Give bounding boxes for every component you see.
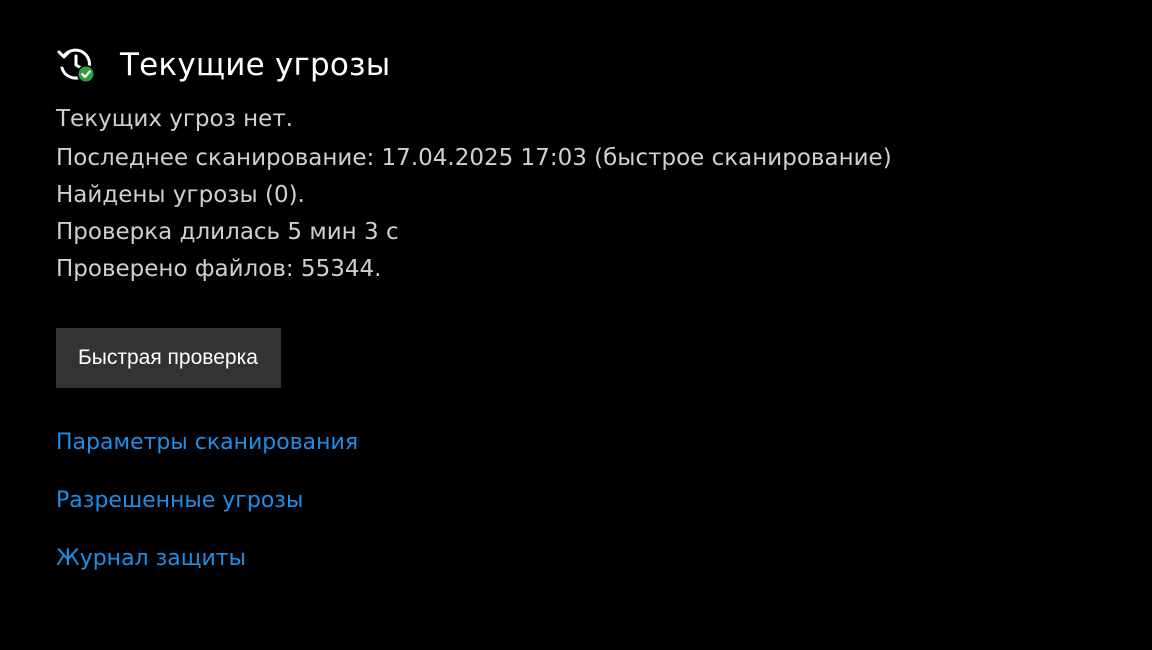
scan-duration-text: Проверка длилась 5 мин 3 с [56,219,399,245]
history-shield-check-icon [56,44,98,86]
current-threats-section: Текущие угрозы Текущих угроз нет. Послед… [56,40,1116,602]
allowed-threats-link[interactable]: Разрешенные угрозы [56,486,1116,516]
quick-scan-button[interactable]: Быстрая проверка [56,328,281,388]
page-title: Текущие угрозы [120,47,391,83]
last-scan-text: Последнее сканирование: 17.04.2025 17:03… [56,145,892,171]
scan-options-link[interactable]: Параметры сканирования [56,428,1116,458]
protection-history-link[interactable]: Журнал защиты [56,544,1116,574]
status-text: Текущих угроз нет. [56,106,294,132]
threats-found-text: Найдены угрозы (0). [56,182,305,208]
section-header: Текущие угрозы [56,40,1116,90]
files-scanned-text: Проверено файлов: 55344. [56,256,382,282]
scan-details: Последнее сканирование: 17.04.2025 17:03… [56,140,1116,288]
links-list: Параметры сканирования Разрешенные угроз… [56,428,1116,574]
